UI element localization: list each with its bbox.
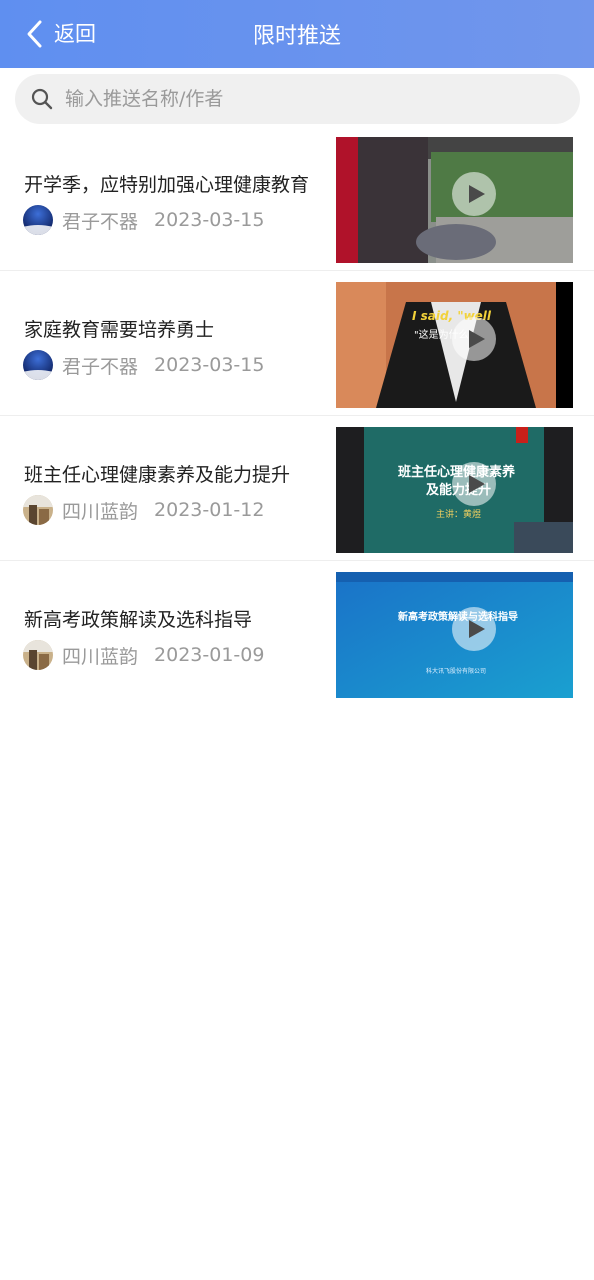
list-item[interactable]: 班主任心理健康素养及能力提升 四川蓝韵 2023-01-12 班主任心理健康素养… bbox=[0, 416, 594, 561]
publish-date: 2023-01-12 bbox=[154, 499, 265, 521]
author-name: 君子不器 bbox=[62, 210, 139, 233]
item-meta: 君子不器 2023-03-15 bbox=[23, 205, 264, 235]
video-thumbnail[interactable]: I said, "well "这是为什么" bbox=[336, 282, 573, 408]
play-button[interactable] bbox=[452, 172, 496, 216]
play-icon bbox=[462, 618, 487, 640]
list-item[interactable]: 家庭教育需要培养勇士 君子不器 2023-03-15 I said, "well… bbox=[0, 271, 594, 416]
play-button[interactable] bbox=[452, 462, 496, 506]
list-item[interactable]: 新高考政策解读及选科指导 四川蓝韵 2023-01-09 新高考政策解读与选科指… bbox=[0, 561, 594, 706]
push-list: 开学季，应特别加强心理健康教育 君子不器 2023-03-15 家庭教育需要培养… bbox=[0, 126, 594, 706]
avatar bbox=[23, 640, 53, 670]
thumbnail-caption: 主讲：黄煜 bbox=[436, 510, 482, 520]
item-meta: 四川蓝韵 2023-01-12 bbox=[23, 495, 264, 525]
play-button[interactable] bbox=[452, 317, 496, 361]
back-button[interactable]: 返回 bbox=[24, 0, 96, 68]
item-title: 家庭教育需要培养勇士 bbox=[24, 319, 215, 341]
search-input[interactable] bbox=[63, 87, 580, 111]
avatar bbox=[23, 350, 53, 380]
play-icon bbox=[462, 328, 487, 350]
item-title: 新高考政策解读及选科指导 bbox=[24, 609, 253, 631]
search-icon bbox=[31, 88, 53, 110]
avatar bbox=[23, 205, 53, 235]
list-item[interactable]: 开学季，应特别加强心理健康教育 君子不器 2023-03-15 bbox=[0, 126, 594, 271]
item-title: 开学季，应特别加强心理健康教育 bbox=[24, 174, 310, 196]
play-icon bbox=[462, 473, 487, 495]
play-button[interactable] bbox=[452, 607, 496, 651]
author-name: 君子不器 bbox=[62, 355, 139, 378]
author-name: 四川蓝韵 bbox=[62, 645, 139, 668]
thumbnail-caption: 科大讯飞股份有限公司 bbox=[426, 668, 487, 675]
item-title: 班主任心理健康素养及能力提升 bbox=[24, 464, 291, 486]
video-thumbnail[interactable] bbox=[336, 137, 573, 263]
search-bar[interactable] bbox=[15, 74, 580, 124]
video-thumbnail[interactable]: 新高考政策解读与选科指导 科大讯飞股份有限公司 bbox=[336, 572, 573, 698]
item-meta: 四川蓝韵 2023-01-09 bbox=[23, 640, 264, 670]
publish-date: 2023-03-15 bbox=[154, 354, 265, 376]
item-meta: 君子不器 2023-03-15 bbox=[23, 350, 264, 380]
publish-date: 2023-01-09 bbox=[154, 644, 265, 666]
video-thumbnail[interactable]: 班主任心理健康素养 及能力提升 主讲：黄煜 bbox=[336, 427, 573, 553]
avatar bbox=[23, 495, 53, 525]
author-name: 四川蓝韵 bbox=[62, 500, 139, 523]
chevron-left-icon bbox=[24, 19, 46, 49]
header-bar: 返回 限时推送 bbox=[0, 0, 594, 68]
back-label: 返回 bbox=[54, 21, 96, 46]
publish-date: 2023-03-15 bbox=[154, 209, 265, 231]
play-icon bbox=[462, 183, 487, 205]
